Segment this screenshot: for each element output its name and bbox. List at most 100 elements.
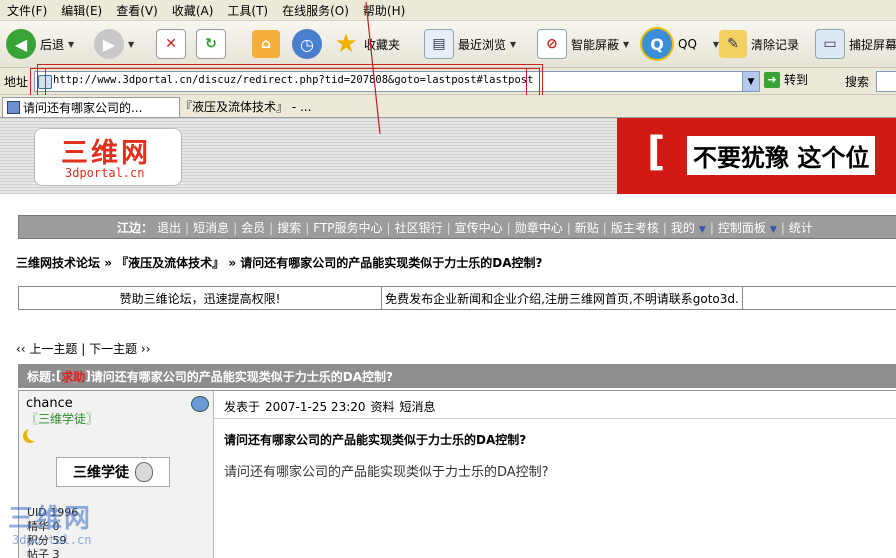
recent-label: 最近浏览 — [458, 37, 507, 52]
menu-edit[interactable]: 编辑(E) — [54, 2, 109, 19]
recent-dropdown-icon[interactable]: ▼ — [510, 40, 516, 49]
forward-button[interactable]: ▶ ▼ — [94, 21, 134, 67]
thread-tag: 求助 — [61, 369, 86, 384]
favorites-button[interactable]: ★ 收藏夹 — [332, 21, 400, 67]
address-bar: 地址 http://www.3dportal.cn/discuz/redirec… — [0, 68, 896, 95]
menu-view[interactable]: 查看(V) — [109, 2, 165, 19]
url-text: http://www.3dportal.cn/discuz/redirect.p… — [53, 74, 534, 86]
qq-label: QQ — [678, 37, 697, 51]
smart-block-button[interactable]: ⊘ 智能屏蔽 ▼ — [537, 21, 629, 67]
back-dropdown-icon[interactable]: ▼ — [68, 40, 74, 49]
logo-sub-text: 3dportal.cn — [65, 166, 145, 180]
nav-my[interactable]: 我的 — [669, 221, 697, 235]
qq-button[interactable]: Q QQ ▼ — [640, 21, 719, 67]
nav-new-posts[interactable]: 新贴 — [573, 221, 601, 235]
prev-thread-link[interactable]: ‹‹ 上一主题 — [16, 342, 77, 356]
search-label: 搜索 — [845, 75, 870, 89]
clear-icon: ✎ — [719, 30, 747, 58]
ad-banner[interactable]: [ 不要犹豫 这个位 — [617, 118, 896, 194]
nav-search[interactable]: 搜索 — [275, 221, 303, 235]
notice-sponsor-link[interactable]: 赞助三维论坛，迅速提高权限! — [19, 287, 382, 309]
nav-my-dropdown-icon[interactable]: ▼ — [697, 225, 708, 235]
star-icon: ★ — [334, 29, 358, 59]
nav-moderator-review[interactable]: 版主考核 — [609, 221, 661, 235]
logo-main-text: 三维网 — [61, 138, 151, 169]
post-divider — [214, 418, 896, 419]
refresh-button[interactable]: ↻ — [196, 21, 226, 67]
nav-bank[interactable]: 社区银行 — [393, 221, 445, 235]
moon-rank-icon — [27, 427, 41, 441]
nav-messages[interactable]: 短消息 — [191, 221, 231, 235]
posted-prefix: 发表于 — [224, 400, 261, 414]
capture-button[interactable]: ▭ 捕捉屏幕 — [815, 21, 896, 67]
nav-members[interactable]: 会员 — [239, 221, 267, 235]
menu-file[interactable]: 文件(F) — [0, 2, 54, 19]
menu-bar: 文件(F) 编辑(E) 查看(V) 收藏(A) 工具(T) 在线服务(O) 帮助… — [0, 0, 896, 21]
breadcrumb-board[interactable]: 『液压及流体技术』 — [116, 256, 224, 270]
stat-posts: 帖子 3 — [27, 548, 60, 558]
post-subject: 请问还有哪家公司的产品能实现类似于力士乐的DA控制? — [224, 433, 527, 447]
nav-logout[interactable]: 退出 — [155, 221, 183, 235]
back-label: 后退 — [40, 37, 65, 52]
nav-control-panel[interactable]: 控制面板 — [716, 221, 768, 235]
breadcrumb-separator: » — [224, 256, 241, 270]
url-dropdown-icon[interactable]: ▼ — [742, 72, 759, 91]
capture-label: 捕捉屏幕 — [849, 37, 896, 52]
banner-text: 不要犹豫 这个位 — [687, 136, 876, 175]
author-title: 〖三维学徒〗 — [26, 412, 99, 426]
screen-capture-icon: ▭ — [815, 29, 845, 59]
menu-help[interactable]: 帮助(H) — [356, 2, 412, 19]
home-button[interactable]: ⌂ — [252, 21, 280, 67]
author-name[interactable]: chance — [26, 396, 73, 411]
menu-online-services[interactable]: 在线服务(O) — [275, 2, 356, 19]
profile-link[interactable]: 资料 — [371, 400, 395, 414]
recent-button[interactable]: ▤ 最近浏览 ▼ — [424, 21, 516, 67]
forward-arrow-icon: ▶ — [94, 29, 124, 59]
smart-block-dropdown-icon[interactable]: ▼ — [623, 40, 629, 49]
stat-points: 积分 59 — [27, 534, 67, 547]
post-meta: 发表于 2007-1-25 23:20 资料 短消息 — [224, 398, 441, 415]
tab-label: 请问还有哪家公司的... — [23, 101, 143, 115]
stat-digest: 精华 0 — [27, 520, 60, 533]
nav-stats[interactable]: 统计 — [787, 221, 815, 235]
nav-control-dropdown-icon[interactable]: ▼ — [768, 225, 779, 235]
nav-medals[interactable]: 勋章中心 — [513, 221, 565, 235]
home-icon: ⌂ — [252, 30, 280, 58]
search-input[interactable] — [876, 71, 896, 92]
web-page: 三维网 3dportal.cn [ 不要犹豫 这个位 江边： 退出 | 短消息 | 会员 |… — [0, 118, 896, 558]
site-logo[interactable]: 三维网 3dportal.cn — [34, 128, 182, 186]
nav-ftp[interactable]: FTP服务中心 — [311, 221, 384, 235]
breadcrumb-thread: 请问还有哪家公司的产品能实现类似于力士乐的DA控制? — [240, 256, 543, 270]
favorites-label: 收藏夹 — [364, 37, 401, 52]
message-icon[interactable] — [191, 396, 209, 412]
url-field[interactable]: http://www.3dportal.cn/discuz/redirect.p… — [34, 71, 760, 92]
go-label: 转到 — [784, 73, 809, 87]
thread-title-bar: 标题: [求助] 请问还有哪家公司的产品能实现类似于力士乐的DA控制? — [18, 364, 896, 388]
clear-history-button[interactable]: ✎ 清除记录 — [719, 21, 799, 67]
next-thread-link[interactable]: 下一主题 ›› — [89, 342, 150, 356]
breadcrumb: 三维网技术论坛 » 『液压及流体技术』 » 请问还有哪家公司的产品能实现类似于力… — [16, 254, 542, 271]
menu-tools[interactable]: 工具(T) — [220, 2, 275, 19]
alien-icon — [135, 462, 153, 482]
tab-hydraulics-board[interactable]: 『液压及流体技术』 - ... — [176, 97, 334, 116]
post-author-panel: chance 〖三维学徒〗 三维学徒 UID 1996 精华 0 积分 59 帖… — [19, 391, 214, 558]
menu-favorites[interactable]: 收藏(A) — [165, 2, 221, 19]
back-arrow-icon: ◀ — [6, 29, 36, 59]
refresh-icon: ↻ — [196, 29, 226, 59]
breadcrumb-forum[interactable]: 三维网技术论坛 — [16, 256, 100, 270]
back-button[interactable]: ◀ 后退 ▼ — [6, 21, 74, 67]
breadcrumb-separator: » — [100, 256, 117, 270]
forward-dropdown-icon[interactable]: ▼ — [128, 40, 134, 49]
go-button[interactable]: ➜ 转到 — [764, 71, 808, 88]
nav-promo[interactable]: 宣传中心 — [453, 221, 505, 235]
notice-publish-link[interactable]: 免费发布企业新闻和企业介绍,注册三维网首页,不明请联系goto3d. — [382, 287, 743, 309]
tab-current-thread[interactable]: 请问还有哪家公司的... — [2, 97, 180, 117]
pm-link[interactable]: 短消息 — [400, 400, 436, 414]
address-label: 地址 — [4, 75, 29, 89]
thread-title-text: 请问还有哪家公司的产品能实现类似于力士乐的DA控制? — [90, 369, 394, 384]
history-button[interactable]: ◷ — [292, 21, 322, 67]
pager-separator: | — [77, 342, 90, 356]
smart-block-label: 智能屏蔽 — [571, 37, 620, 52]
post-date: 2007-1-25 23:20 — [265, 400, 366, 414]
stop-button[interactable]: ✕ — [156, 21, 186, 67]
